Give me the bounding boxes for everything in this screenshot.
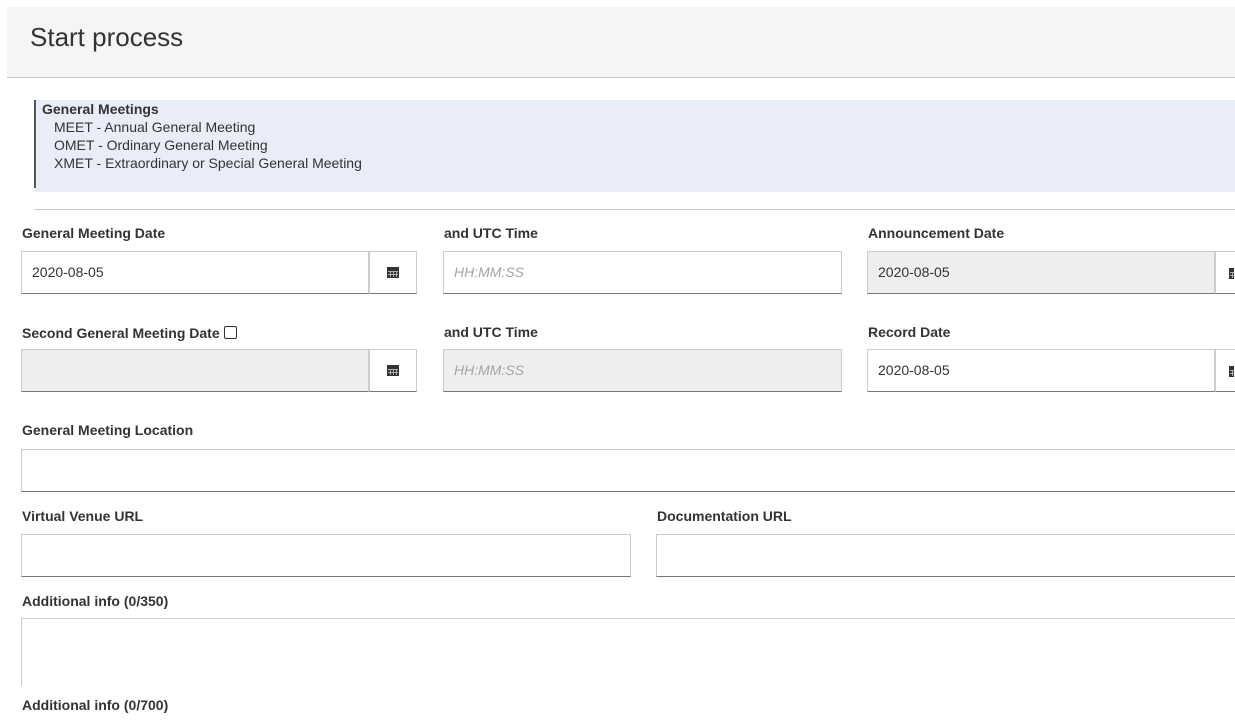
record-date-label: Record Date [868,324,951,340]
utc-time-2-placeholder: HH:MM:SS [454,362,524,378]
utc-time-2-input[interactable]: HH:MM:SS [443,349,842,392]
utc-time-2-label: and UTC Time [444,324,538,340]
calendar-icon [1229,364,1234,378]
calendar-icon [1229,266,1234,280]
utc-time-1-input[interactable]: HH:MM:SS [443,251,842,294]
gm-date-label: General Meeting Date [22,225,166,241]
additional-info-2-label: Additional info (0/700) [22,697,169,713]
utc-time-1-label: and UTC Time [444,225,538,241]
announcement-date-input[interactable]: 2020-08-05 [867,251,1215,294]
record-date-value: 2020-08-05 [878,362,950,378]
announcement-date-label: Announcement Date [868,225,1005,241]
second-gm-date-input[interactable] [21,349,369,392]
announcement-date-calendar-button[interactable] [1215,251,1235,294]
announcement-date-value: 2020-08-05 [878,264,950,280]
record-date-calendar-button[interactable] [1215,349,1235,392]
section-divider [34,209,1235,210]
info-item-xmet: XMET - Extraordinary or Special General … [54,155,362,171]
page-title: Start process [30,22,184,52]
gm-date-value: 2020-08-05 [32,264,104,280]
calendar-icon [387,365,399,376]
second-gm-date-label: Second General Meeting Date [22,325,237,341]
info-box-left-border [34,100,36,188]
second-gm-date-calendar-button[interactable] [369,349,417,392]
utc-time-1-placeholder: HH:MM:SS [454,264,524,280]
additional-info-1-label: Additional info (0/350) [22,593,169,609]
documentation-url-label: Documentation URL [657,508,792,524]
additional-info-1-textarea[interactable] [21,618,1235,686]
record-date-input[interactable]: 2020-08-05 [867,349,1215,392]
calendar-icon [387,267,399,278]
gm-date-calendar-button[interactable] [369,251,417,294]
second-gm-date-checkbox[interactable] [223,326,237,339]
info-item-omet: OMET - Ordinary General Meeting [54,137,268,153]
location-input[interactable] [21,449,1235,492]
second-gm-date-label-text: Second General Meeting Date [22,325,220,341]
info-group-title: General Meetings [42,101,159,117]
virtual-venue-url-label: Virtual Venue URL [22,508,144,524]
documentation-url-input[interactable] [656,534,1235,577]
page-header: Start process [7,7,1235,78]
gm-date-input[interactable]: 2020-08-05 [21,251,369,294]
location-label: General Meeting Location [22,422,194,438]
info-item-meet: MEET - Annual General Meeting [54,119,256,135]
virtual-venue-url-input[interactable] [21,534,631,577]
process-info-box: General Meetings MEET - Annual General M… [34,100,1235,192]
